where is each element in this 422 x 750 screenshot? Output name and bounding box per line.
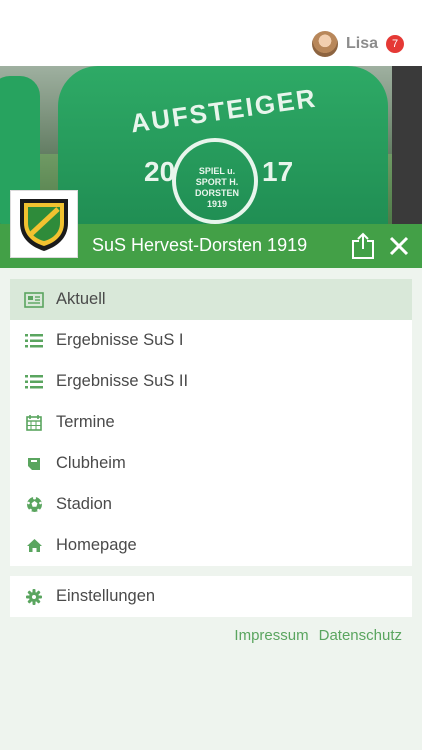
menu-item-label: Clubheim <box>56 454 126 472</box>
close-button[interactable] <box>386 233 412 259</box>
notification-badge[interactable]: 7 <box>386 35 404 53</box>
home-icon <box>24 536 44 556</box>
menu-item-label: Einstellungen <box>56 587 156 605</box>
top-bar: Lisa 7 <box>0 0 422 66</box>
avatar[interactable] <box>311 31 338 57</box>
hero-year-right: 17 <box>262 156 294 187</box>
list-icon <box>24 331 44 351</box>
footer-links: Impressum Datenschutz <box>234 627 402 644</box>
hero-crest-text: SPIEL u. SPORT H. DORSTEN 1919 <box>194 166 239 209</box>
menu-item-label: Homepage <box>56 536 137 554</box>
main-menu: Aktuell Ergebnisse SuS I Ergebnisse SuS … <box>10 279 412 566</box>
menu-item-label: Stadion <box>56 495 112 513</box>
menu-item-stadion[interactable]: Stadion <box>10 484 412 525</box>
menu-item-termine[interactable]: Termine <box>10 402 412 443</box>
share-icon <box>352 232 374 259</box>
club-name: SuS Hervest-Dorsten 1919 <box>92 235 308 255</box>
datenschutz-link[interactable]: Datenschutz <box>319 627 402 644</box>
user-profile[interactable]: Lisa 7 <box>311 30 404 58</box>
club-logo <box>10 190 78 258</box>
menu-item-einstellungen[interactable]: Einstellungen <box>10 576 412 617</box>
menu-item-label: Termine <box>56 413 115 431</box>
ticket-icon <box>24 454 44 474</box>
list-icon <box>24 372 44 392</box>
newspaper-icon <box>24 290 44 310</box>
close-icon <box>389 236 409 256</box>
calendar-icon <box>24 413 44 433</box>
hero-year-left: 20 <box>144 156 176 187</box>
hero-crest: SPIEL u. SPORT H. DORSTEN 1919 <box>172 138 258 224</box>
menu-item-ergebnisse-sus-1[interactable]: Ergebnisse SuS I <box>10 320 412 361</box>
menu-item-aktuell[interactable]: Aktuell <box>10 279 412 320</box>
menu-item-homepage[interactable]: Homepage <box>10 525 412 566</box>
user-name[interactable]: Lisa <box>346 35 378 53</box>
club-crest-icon <box>20 199 68 251</box>
menu-item-label: Aktuell <box>56 290 106 308</box>
impressum-link[interactable]: Impressum <box>234 627 308 644</box>
gear-icon <box>24 587 44 607</box>
menu-item-label: Ergebnisse SuS I <box>56 331 184 349</box>
share-button[interactable] <box>350 232 376 260</box>
menu-item-label: Ergebnisse SuS II <box>56 372 189 390</box>
soccer-ball-icon <box>24 495 44 515</box>
menu-item-clubheim[interactable]: Clubheim <box>10 443 412 484</box>
menu-item-ergebnisse-sus-2[interactable]: Ergebnisse SuS II <box>10 361 412 402</box>
hero-person-right <box>392 66 422 224</box>
settings-menu: Einstellungen <box>10 576 412 617</box>
